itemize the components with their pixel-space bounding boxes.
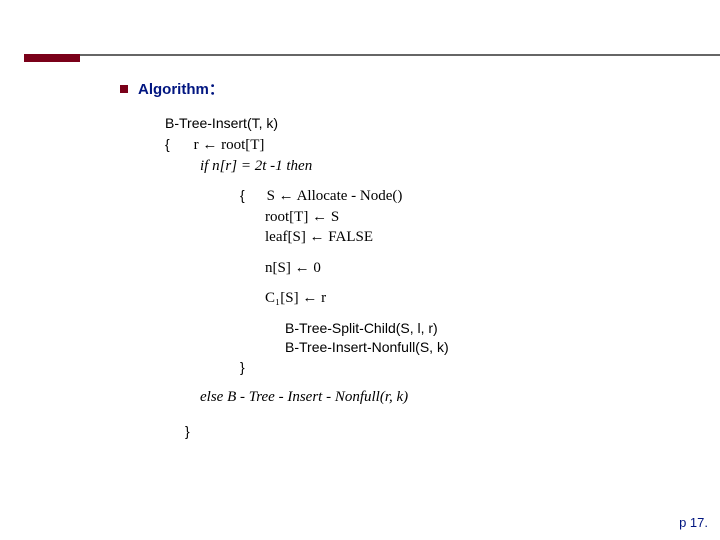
inner-brace-open: { S ← Allocate - Node() [240, 188, 449, 205]
line-leaf-s: leaf[S] ← FALSE [265, 229, 449, 246]
inner-brace-close: } [240, 360, 449, 375]
line-split-child: B-Tree-Split-Child(S, l, r) [285, 321, 449, 336]
line-insert-nonfull: B-Tree-Insert-Nonfull(S, k) [285, 340, 449, 355]
line-else: else B - Tree - Insert - Nonfull(r, k) [200, 389, 449, 406]
line-r-root: r ← root[T] [194, 137, 265, 153]
algorithm-code: B-Tree-Insert(T, k) { r ← root[T] if n[r… [165, 116, 449, 439]
line-s-alloc: S ← Allocate - Node() [267, 188, 403, 204]
heading-text: Algorithm： [138, 81, 224, 98]
horizontal-rule [24, 54, 720, 56]
page-number: p 17. [679, 515, 708, 530]
section-heading: Algorithm： [120, 78, 224, 99]
outer-brace-open: { r ← root[T] [165, 137, 449, 154]
line-if: if n[r] = 2t -1 then [200, 158, 449, 175]
fn-signature: B-Tree-Insert(T, k) [165, 116, 449, 131]
accent-bar [24, 54, 80, 62]
line-c1s-r: C₁[S] ← r [265, 290, 449, 307]
line-root-s: root[T] ← S [265, 209, 449, 226]
outer-brace-close: } [185, 424, 449, 439]
line-ns-0: n[S] ← 0 [265, 260, 449, 277]
bullet-icon [120, 85, 128, 93]
